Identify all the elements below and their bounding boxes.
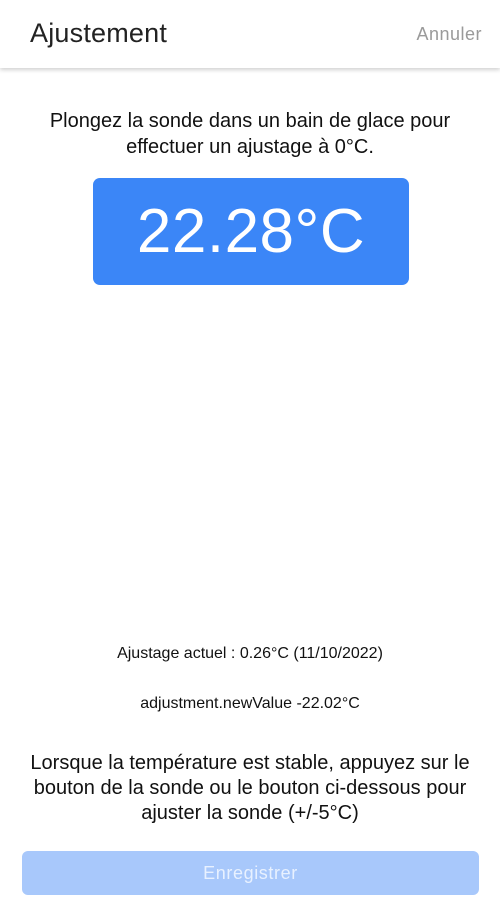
temperature-value: 22.28°C <box>136 197 366 266</box>
current-adjustment-text: Ajustage actuel : 0.26°C (11/10/2022) <box>117 645 383 662</box>
ice-bath-instruction: Plongez la sonde dans un bain de glace p… <box>49 110 451 158</box>
cancel-button[interactable]: Annuler <box>416 24 482 45</box>
adjustment-screen: Ajustement Annuler Plongez la sonde dans… <box>0 0 500 912</box>
page-title: Ajustement <box>30 18 168 48</box>
temperature-display: 22.28°C <box>93 178 409 285</box>
save-button[interactable]: Enregistrer <box>22 851 479 895</box>
new-value-text: adjustment.newValue -22.02°C <box>140 695 360 712</box>
header-bar: Ajustement Annuler <box>0 0 500 68</box>
stable-instruction: Lorsque la température est stable, appuy… <box>30 752 470 824</box>
